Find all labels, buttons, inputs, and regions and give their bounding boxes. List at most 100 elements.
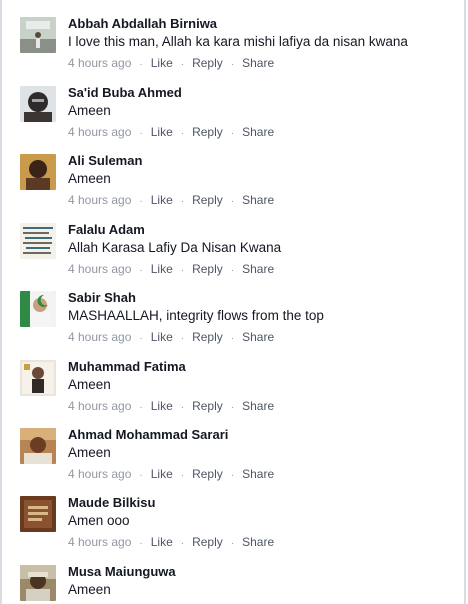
meta-separator: · (180, 333, 185, 344)
avatar-photo-icon[interactable] (20, 428, 56, 464)
comment-text: MASHAALLAH, integrity flows from the top (68, 308, 324, 323)
meta-separator: · (230, 128, 235, 139)
avatar-photo-icon[interactable] (20, 154, 56, 190)
meta-separator: · (230, 59, 235, 70)
meta-separator: · (230, 538, 235, 549)
reply-link[interactable]: Reply (192, 535, 223, 549)
comment-timestamp[interactable]: 4 hours ago (68, 262, 131, 276)
comment-text: Amen ooo (68, 513, 130, 528)
share-link[interactable]: Share (242, 330, 274, 344)
comment-text: Ameen (68, 171, 111, 186)
avatar-photo-icon[interactable] (20, 291, 56, 327)
avatar-photo-icon[interactable] (20, 223, 56, 259)
meta-separator: · (180, 265, 185, 276)
avatar-photo-icon[interactable] (20, 496, 56, 532)
avatar-photo-icon[interactable] (20, 86, 56, 122)
reply-link[interactable]: Reply (192, 193, 223, 207)
meta-separator: · (139, 128, 143, 139)
reply-link[interactable]: Reply (192, 399, 223, 413)
avatar-photo-icon[interactable] (20, 17, 56, 53)
comment-item: Abbah Abdallah Birniwa I love this man, … (2, 16, 464, 84)
meta-separator: · (230, 333, 235, 344)
reply-link[interactable]: Reply (192, 467, 223, 481)
share-link[interactable]: Share (242, 399, 274, 413)
comment-text: I love this man, Allah ka kara mishi laf… (68, 34, 408, 49)
comment-author[interactable]: Abbah Abdallah Birniwa (68, 16, 217, 31)
meta-separator: · (180, 128, 185, 139)
meta-separator: · (180, 538, 185, 549)
comment-timestamp[interactable]: 4 hours ago (68, 399, 131, 413)
share-link[interactable]: Share (242, 262, 274, 276)
comment-timestamp[interactable]: 4 hours ago (68, 535, 131, 549)
comment-author[interactable]: Maude Bilkisu (68, 495, 155, 510)
comment-author[interactable]: Ali Suleman (68, 153, 142, 168)
meta-separator: · (139, 538, 143, 549)
comment-author[interactable]: Falalu Adam (68, 222, 145, 237)
comment-item: Sabir Shah MASHAALLAH, integrity flows f… (2, 290, 464, 358)
comment-timestamp[interactable]: 4 hours ago (68, 193, 131, 207)
reply-link[interactable]: Reply (192, 330, 223, 344)
share-link[interactable]: Share (242, 535, 274, 549)
comment-item: Muhammad Fatima Ameen 4 hours ago · Like · R… (2, 359, 464, 427)
reply-link[interactable]: Reply (192, 262, 223, 276)
like-link[interactable]: Like (151, 399, 173, 413)
comment-meta: 4 hours ago · Like · Reply · Share (68, 330, 274, 344)
comment-author[interactable]: Ahmad Mohammad Sarari (68, 427, 228, 442)
share-link[interactable]: Share (242, 193, 274, 207)
comments-panel: Abbah Abdallah Birniwa I love this man, … (0, 0, 466, 604)
comment-item: Maude Bilkisu Amen ooo 4 hours ago · Like ·… (2, 495, 464, 563)
meta-separator: · (180, 196, 185, 207)
comment-timestamp[interactable]: 4 hours ago (68, 125, 131, 139)
meta-separator: · (180, 402, 185, 413)
comment-timestamp[interactable]: 4 hours ago (68, 467, 131, 481)
comment-text: Ameen (68, 582, 111, 597)
comment-meta: 4 hours ago · Like · Reply · Share (68, 125, 274, 139)
comment-text: Ameen (68, 377, 111, 392)
avatar-photo-icon[interactable] (20, 360, 56, 396)
like-link[interactable]: Like (151, 262, 173, 276)
comment-meta: 4 hours ago · Like · Reply · Share (68, 56, 274, 70)
share-link[interactable]: Share (242, 56, 274, 70)
meta-separator: · (139, 265, 143, 276)
comment-timestamp[interactable]: 4 hours ago (68, 56, 131, 70)
comment-meta: 4 hours ago · Like · Reply · Share (68, 467, 274, 481)
comment-text: Allah Karasa Lafiy Da Nisan Kwana (68, 240, 282, 255)
comment-timestamp[interactable]: 4 hours ago (68, 330, 131, 344)
meta-separator: · (139, 470, 143, 481)
comment-text: Ameen (68, 445, 111, 460)
meta-separator: · (139, 402, 143, 413)
comment-author[interactable]: Sa'id Buba Ahmed (68, 85, 182, 100)
comment-item: Sa'id Buba Ahmed Ameen 4 hours ago · Like ·… (2, 85, 464, 153)
like-link[interactable]: Like (151, 56, 173, 70)
like-link[interactable]: Like (151, 125, 173, 139)
meta-separator: · (180, 59, 185, 70)
meta-separator: · (230, 470, 235, 481)
meta-separator: · (180, 470, 185, 481)
comment-item: Ahmad Mohammad Sarari Ameen 4 hours ago ·… (2, 427, 464, 495)
comment-author[interactable]: Musa Maiunguwa (68, 564, 176, 579)
comment-author[interactable]: Muhammad Fatima (68, 359, 186, 374)
comment-item: Falalu Adam Allah Karasa Lafiy Da Nisan … (2, 222, 464, 290)
meta-separator: · (139, 196, 143, 207)
share-link[interactable]: Share (242, 467, 274, 481)
reply-link[interactable]: Reply (192, 125, 223, 139)
like-link[interactable]: Like (151, 330, 173, 344)
comment-author[interactable]: Sabir Shah (68, 290, 136, 305)
meta-separator: · (139, 333, 143, 344)
like-link[interactable]: Like (151, 193, 173, 207)
meta-separator: · (230, 196, 235, 207)
reply-link[interactable]: Reply (192, 56, 223, 70)
comment-item: Musa Maiunguwa Ameen (2, 564, 464, 604)
comment-text: Ameen (68, 103, 111, 118)
comment-meta: 4 hours ago · Like · Reply · Share (68, 535, 274, 549)
comment-meta: 4 hours ago · Like · Reply · Share (68, 262, 274, 276)
like-link[interactable]: Like (151, 535, 173, 549)
meta-separator: · (230, 402, 235, 413)
like-link[interactable]: Like (151, 467, 173, 481)
avatar-photo-icon[interactable] (20, 565, 56, 601)
meta-separator: · (230, 265, 235, 276)
meta-separator: · (139, 59, 143, 70)
comment-meta: 4 hours ago · Like · Reply · Share (68, 193, 274, 207)
share-link[interactable]: Share (242, 125, 274, 139)
comment-meta: 4 hours ago · Like · Reply · Share (68, 399, 274, 413)
